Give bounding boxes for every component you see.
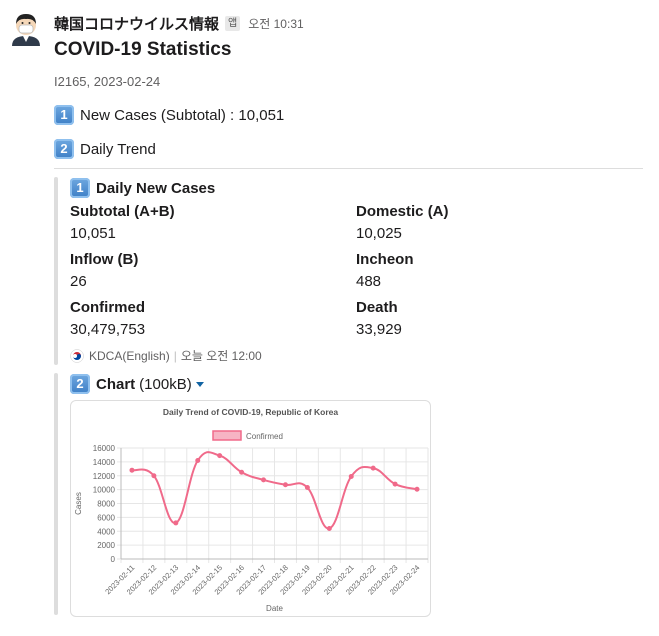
message-subtitle: I2165, 2023-02-24	[54, 74, 161, 89]
field-value: 10,025	[356, 225, 402, 242]
message-header: 韓国コロナウイルス情報 앱 오전 10:31	[54, 13, 304, 34]
field-incheon: Incheon 488	[356, 251, 616, 291]
y-tick-label: 10000	[93, 486, 116, 495]
attachment-title-text: Chart	[96, 375, 136, 393]
data-point	[392, 481, 398, 487]
field-label: Incheon	[356, 251, 414, 268]
attachment-bar	[54, 373, 58, 615]
keycap-two-icon: 2	[54, 139, 74, 159]
data-point	[348, 473, 354, 479]
field-confirmed: Confirmed 30,479,753	[70, 299, 330, 339]
data-point	[217, 453, 223, 459]
summary-line-new-cases: 1 New Cases (Subtotal) : 10,051	[54, 105, 284, 125]
data-point	[129, 467, 135, 473]
y-tick-label: 12000	[93, 472, 116, 481]
message-title: COVID-19 Statistics	[54, 39, 232, 60]
divider	[54, 168, 643, 169]
attachment-footer: KDCA(English) | 오늘 오전 12:00	[70, 347, 262, 364]
y-tick-label: 8000	[97, 500, 115, 509]
field-label: Death	[356, 299, 398, 316]
summary-line-text: Daily Trend	[80, 140, 156, 158]
source-time: 오늘 오전 12:00	[180, 349, 262, 363]
legend-swatch	[212, 430, 242, 441]
field-label: Inflow (B)	[70, 251, 139, 268]
x-axis-title: Date	[266, 604, 283, 613]
data-point	[370, 465, 376, 471]
attachment-title-chart[interactable]: 2 Chart (100kB)	[70, 374, 204, 394]
field-domestic: Domestic (A) 10,025	[356, 203, 616, 243]
chart-svg: Daily Trend of COVID-19, Republic of Kor…	[74, 407, 429, 613]
y-axis-title: Cases	[74, 492, 83, 515]
korea-flag-icon	[70, 348, 84, 363]
app-badge: 앱	[225, 16, 241, 31]
data-point	[195, 457, 201, 463]
y-tick-label: 6000	[97, 513, 115, 522]
y-tick-label: 2000	[97, 541, 115, 550]
data-point	[326, 525, 332, 531]
legend-label: Confirmed	[246, 432, 283, 441]
source-link[interactable]: KDCA(English)	[89, 349, 170, 363]
data-point	[282, 482, 288, 488]
data-point	[151, 473, 157, 479]
data-point	[261, 477, 267, 483]
footer-separator: |	[173, 348, 177, 363]
field-value: 488	[356, 273, 382, 290]
field-value: 33,929	[356, 321, 402, 338]
sender-name[interactable]: 韓国コロナウイルス情報	[54, 13, 219, 34]
attachment-size: (100kB)	[139, 375, 192, 393]
data-point	[239, 469, 245, 475]
chevron-down-icon[interactable]	[195, 381, 204, 387]
y-tick-label: 14000	[93, 458, 116, 467]
data-point	[173, 520, 179, 526]
summary-line-text: New Cases (Subtotal) : 10,051	[80, 106, 285, 124]
message-timestamp[interactable]: 오전 10:31	[248, 15, 303, 32]
field-label: Domestic (A)	[356, 203, 449, 220]
y-tick-label: 16000	[93, 444, 116, 453]
keycap-two-icon: 2	[70, 374, 90, 394]
chart-title: Daily Trend of COVID-19, Republic of Kor…	[163, 407, 338, 417]
field-label: Subtotal (A+B)	[70, 203, 175, 220]
field-value: 30,479,753	[70, 321, 146, 338]
chart-image[interactable]: Daily Trend of COVID-19, Republic of Kor…	[70, 400, 431, 617]
field-subtotal: Subtotal (A+B) 10,051	[70, 203, 330, 243]
keycap-one-icon: 1	[70, 178, 90, 198]
y-tick-label: 0	[111, 555, 116, 564]
attachment-title-text: Daily New Cases	[96, 179, 216, 197]
field-value: 10,051	[70, 225, 116, 242]
field-value: 26	[70, 273, 87, 290]
y-tick-label: 4000	[97, 527, 115, 536]
summary-line-daily-trend: 2 Daily Trend	[54, 139, 156, 159]
attachment-bar	[54, 177, 58, 365]
field-death: Death 33,929	[356, 299, 616, 339]
keycap-one-icon: 1	[54, 105, 74, 125]
field-inflow: Inflow (B) 26	[70, 251, 330, 291]
field-label: Confirmed	[70, 299, 145, 316]
avatar[interactable]	[8, 10, 44, 46]
data-point	[414, 486, 420, 492]
data-point	[304, 485, 310, 491]
attachment-title-daily-new-cases: 1 Daily New Cases	[70, 178, 215, 198]
